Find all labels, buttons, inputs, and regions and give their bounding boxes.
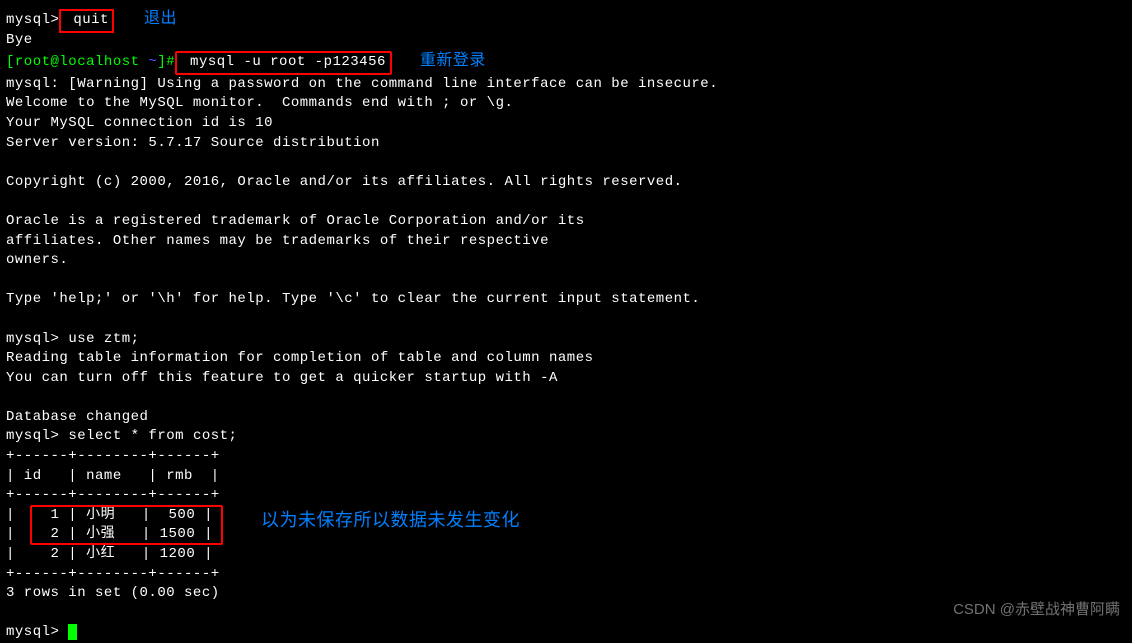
table-row-3: | 2 | 小红 | 1200 |: [6, 545, 1126, 565]
table-row-2: | 2 | 小强 | 1500 |: [6, 525, 1126, 545]
root-prompt-tilde: ~: [148, 54, 157, 70]
cursor-block: [68, 624, 77, 640]
quit-highlight-box: quit: [59, 9, 114, 33]
login-line: [root@localhost ~]# mysql -u root -p1234…: [6, 50, 1126, 75]
oracle1-line: Oracle is a registered trademark of Orac…: [6, 212, 1126, 232]
quit-command: quit: [64, 12, 109, 28]
select-line: mysql> select * from cost;: [6, 427, 1126, 447]
blank-3: [6, 271, 1126, 291]
login-highlight-box: mysql -u root -p123456: [175, 51, 392, 75]
help-line: Type 'help;' or '\h' for help. Type '\c'…: [6, 290, 1126, 310]
data-annotation: 以为未保存所以数据未发生变化: [261, 508, 520, 533]
table-header: | id | name | rmb |: [6, 467, 1126, 487]
login-command: mysql -u root -p123456: [181, 54, 386, 70]
mysql-prompt-3: mysql>: [6, 428, 59, 444]
use-command: use ztm;: [59, 331, 139, 347]
quit-annotation: 退出: [144, 10, 177, 27]
connid-line: Your MySQL connection id is 10: [6, 114, 1126, 134]
blank-1: [6, 153, 1126, 173]
welcome-line: Welcome to the MySQL monitor. Commands e…: [6, 94, 1126, 114]
watermark: CSDN @赤壁战神曹阿瞒: [953, 599, 1120, 620]
use-line: mysql> use ztm;: [6, 330, 1126, 350]
mysql-prompt-4: mysql>: [6, 624, 59, 640]
blank-2: [6, 192, 1126, 212]
turnoff-line: You can turn off this feature to get a q…: [6, 369, 1126, 389]
table-row-1: | 1 | 小明 | 500 |: [6, 506, 1126, 526]
root-prompt-user: [root@localhost: [6, 54, 148, 70]
final-prompt-line[interactable]: mysql>: [6, 623, 1126, 643]
blank-4: [6, 310, 1126, 330]
table-sep-2: +------+--------+------+: [6, 486, 1126, 506]
table-sep-3: +------+--------+------+: [6, 565, 1126, 585]
root-prompt-end: ]#: [157, 54, 175, 70]
login-annotation: 重新登录: [420, 52, 486, 69]
oracle3-line: owners.: [6, 251, 1126, 271]
dbchanged-line: Database changed: [6, 408, 1126, 428]
oracle2-line: affiliates. Other names may be trademark…: [6, 232, 1126, 252]
mysql-prompt-2: mysql>: [6, 331, 59, 347]
quit-line: mysql> quit 退出: [6, 8, 1126, 31]
blank-5: [6, 388, 1126, 408]
mysql-prompt: mysql>: [6, 12, 59, 28]
table-sep-1: +------+--------+------+: [6, 447, 1126, 467]
bye-line: Bye: [6, 31, 1126, 51]
select-command: select * from cost;: [59, 428, 237, 444]
version-line: Server version: 5.7.17 Source distributi…: [6, 134, 1126, 154]
reading-line: Reading table information for completion…: [6, 349, 1126, 369]
warn-line: mysql: [Warning] Using a password on the…: [6, 75, 1126, 95]
copyright-line: Copyright (c) 2000, 2016, Oracle and/or …: [6, 173, 1126, 193]
